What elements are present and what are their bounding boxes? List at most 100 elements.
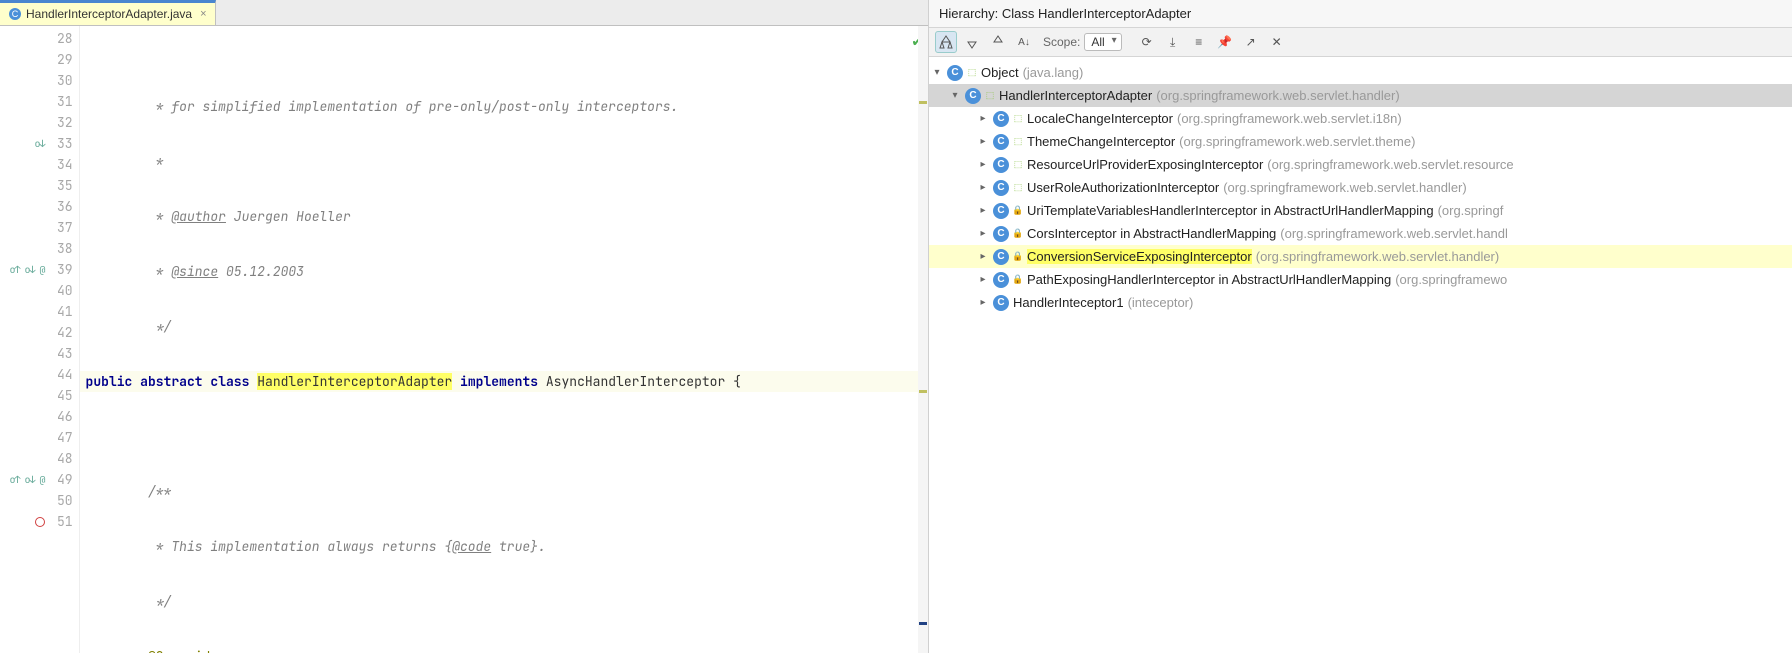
- gutter-marker[interactable]: o↑ o↓ @: [10, 469, 45, 490]
- hierarchy-node[interactable]: ▸ C HandlerInteceptor1 (inteceptor): [929, 291, 1792, 314]
- class-icon: C: [993, 226, 1009, 242]
- class-hierarchy-icon[interactable]: [935, 31, 957, 53]
- class-declaration-line[interactable]: public abstract class HandlerInterceptor…: [80, 371, 928, 392]
- expand-toggle-icon[interactable]: ▸: [977, 297, 989, 308]
- line-number: 49: [49, 469, 73, 490]
- hierarchy-node[interactable]: ▸ C 🔒 CorsInterceptor in AbstractHandlerMap…: [929, 222, 1792, 245]
- pin-icon[interactable]: 📌: [1214, 31, 1236, 53]
- expand-toggle-icon[interactable]: ▸: [977, 251, 989, 262]
- node-package: (org.springframewo: [1395, 272, 1507, 287]
- class-icon: C: [993, 157, 1009, 173]
- lock-badge-icon: 🔒: [1013, 206, 1023, 216]
- editor-tab[interactable]: C HandlerInterceptorAdapter.java ×: [0, 0, 216, 25]
- expand-toggle-icon[interactable]: ▸: [977, 113, 989, 124]
- line-number: 39: [49, 259, 73, 280]
- line-number: 45: [49, 385, 73, 406]
- hierarchy-toolbar: A↓ Scope: All ⟳ ⤓ ≡ 📌 ↗ ✕: [929, 28, 1792, 57]
- node-name: HandlerInterceptorAdapter: [999, 88, 1152, 103]
- node-package: (java.lang): [1023, 65, 1084, 80]
- class-icon: C: [993, 180, 1009, 196]
- lock-badge-icon: 🔒: [1013, 252, 1023, 262]
- subtypes-hierarchy-icon[interactable]: [987, 31, 1009, 53]
- abstract-badge-icon: ⬚: [985, 91, 995, 101]
- node-name: CorsInterceptor in AbstractHandlerMappin…: [1027, 226, 1276, 241]
- close-tab-icon[interactable]: ×: [200, 8, 206, 20]
- node-name: UserRoleAuthorizationInterceptor: [1027, 180, 1219, 195]
- expand-toggle-icon[interactable]: ▸: [977, 159, 989, 170]
- hierarchy-node[interactable]: ▸ C ⬚ LocaleChangeInterceptor (org.springfr…: [929, 107, 1792, 130]
- expand-toggle-icon[interactable]: ▾: [949, 90, 961, 101]
- code-area[interactable]: ✔ * for simplified implementation of pre…: [80, 26, 928, 653]
- hierarchy-title: Hierarchy: Class HandlerInterceptorAdapt…: [929, 0, 1792, 28]
- node-package: (inteceptor): [1128, 295, 1194, 310]
- class-icon: C: [993, 272, 1009, 288]
- refresh-icon[interactable]: ⟳: [1136, 31, 1158, 53]
- line-number: 48: [49, 448, 73, 469]
- abstract-badge-icon: ⬚: [967, 68, 977, 78]
- error-stripe[interactable]: [918, 26, 928, 653]
- hierarchy-node[interactable]: ▸C⬚ThemeChangeInterceptor (org.springfra…: [929, 130, 1792, 153]
- line-number: 28: [49, 28, 73, 49]
- class-icon: C: [993, 295, 1009, 311]
- sort-alpha-icon[interactable]: A↓: [1013, 31, 1035, 53]
- node-name: HandlerInteceptor1: [1013, 295, 1124, 310]
- node-package: (org.springframework.web.servlet.handler…: [1256, 249, 1499, 264]
- supertypes-hierarchy-icon[interactable]: [961, 31, 983, 53]
- line-number: 43: [49, 343, 73, 364]
- node-name: ThemeChangeInterceptor: [1027, 134, 1175, 149]
- class-icon: C: [947, 65, 963, 81]
- line-number: 50: [49, 490, 73, 511]
- line-number: 29: [49, 49, 73, 70]
- node-package: (org.springframework.web.servlet.handl: [1280, 226, 1508, 241]
- node-package: (org.springframework.web.servlet.i18n): [1177, 111, 1402, 126]
- hierarchy-node[interactable]: ▸ C ⬚ ResourceUrlProviderExposingIntercepto…: [929, 153, 1792, 176]
- line-number: 31: [49, 91, 73, 112]
- line-number: 37: [49, 217, 73, 238]
- expand-toggle-icon[interactable]: ▸: [977, 274, 989, 285]
- breakpoint-icon[interactable]: [35, 517, 45, 527]
- node-package: (org.springframework.web.servlet.resourc…: [1267, 157, 1513, 172]
- line-number: 47: [49, 427, 73, 448]
- autoscroll-icon[interactable]: ⤓: [1162, 31, 1184, 53]
- editor-gutter[interactable]: 2829303132o↓333435363738o↑ o↓ @394041424…: [0, 26, 80, 653]
- hierarchy-node[interactable]: ▸C⬚UserRoleAuthorizationInterceptor (org…: [929, 176, 1792, 199]
- expand-all-icon[interactable]: ≡: [1188, 31, 1210, 53]
- expand-toggle-icon[interactable]: ▸: [977, 205, 989, 216]
- expand-toggle-icon[interactable]: ▸: [977, 182, 989, 193]
- hierarchy-node[interactable]: ▸ C 🔒 PathExposingHandlerInterceptor in Abs…: [929, 268, 1792, 291]
- hierarchy-node[interactable]: ▾C⬚HandlerInterceptorAdapter (org.spring…: [929, 84, 1792, 107]
- scope-select[interactable]: All: [1084, 33, 1121, 51]
- class-icon: C: [993, 203, 1009, 219]
- node-name: ResourceUrlProviderExposingInterceptor: [1027, 157, 1263, 172]
- abstract-badge-icon: ⬚: [1013, 160, 1023, 170]
- hierarchy-tree[interactable]: ▾C⬚Object (java.lang)▾C⬚HandlerIntercept…: [929, 57, 1792, 653]
- expand-toggle-icon[interactable]: ▾: [931, 67, 943, 78]
- expand-toggle-icon[interactable]: ▸: [977, 228, 989, 239]
- line-number: 46: [49, 406, 73, 427]
- export-icon[interactable]: ↗: [1240, 31, 1262, 53]
- hierarchy-node[interactable]: ▸C🔒UriTemplateVariablesHandlerIntercepto…: [929, 199, 1792, 222]
- hierarchy-node[interactable]: ▸C🔒ConversionServiceExposingInterceptor …: [929, 245, 1792, 268]
- hierarchy-node[interactable]: ▾C⬚Object (java.lang): [929, 61, 1792, 84]
- node-name: PathExposingHandlerInterceptor in Abstra…: [1027, 272, 1391, 287]
- close-panel-icon[interactable]: ✕: [1266, 31, 1288, 53]
- gutter-marker[interactable]: o↓: [35, 133, 45, 154]
- class-icon: C: [993, 111, 1009, 127]
- line-number: 34: [49, 154, 73, 175]
- line-number: 33: [49, 133, 73, 154]
- lock-badge-icon: 🔒: [1013, 229, 1023, 239]
- abstract-badge-icon: ⬚: [1013, 114, 1023, 124]
- node-name: LocaleChangeInterceptor: [1027, 111, 1173, 126]
- gutter-marker[interactable]: o↑ o↓ @: [10, 259, 45, 280]
- line-number: 41: [49, 301, 73, 322]
- node-package: (org.springf: [1438, 203, 1504, 218]
- expand-toggle-icon[interactable]: ▸: [977, 136, 989, 147]
- line-number: 42: [49, 322, 73, 343]
- line-number: 40: [49, 280, 73, 301]
- editor-pane: C HandlerInterceptorAdapter.java × 2829 3…: [0, 0, 929, 653]
- svg-text:C: C: [12, 9, 19, 19]
- lock-badge-icon: 🔒: [1013, 275, 1023, 285]
- line-number: 44: [49, 364, 73, 385]
- editor-tab-bar: C HandlerInterceptorAdapter.java ×: [0, 0, 928, 26]
- node-package: (org.springframework.web.servlet.theme): [1179, 134, 1415, 149]
